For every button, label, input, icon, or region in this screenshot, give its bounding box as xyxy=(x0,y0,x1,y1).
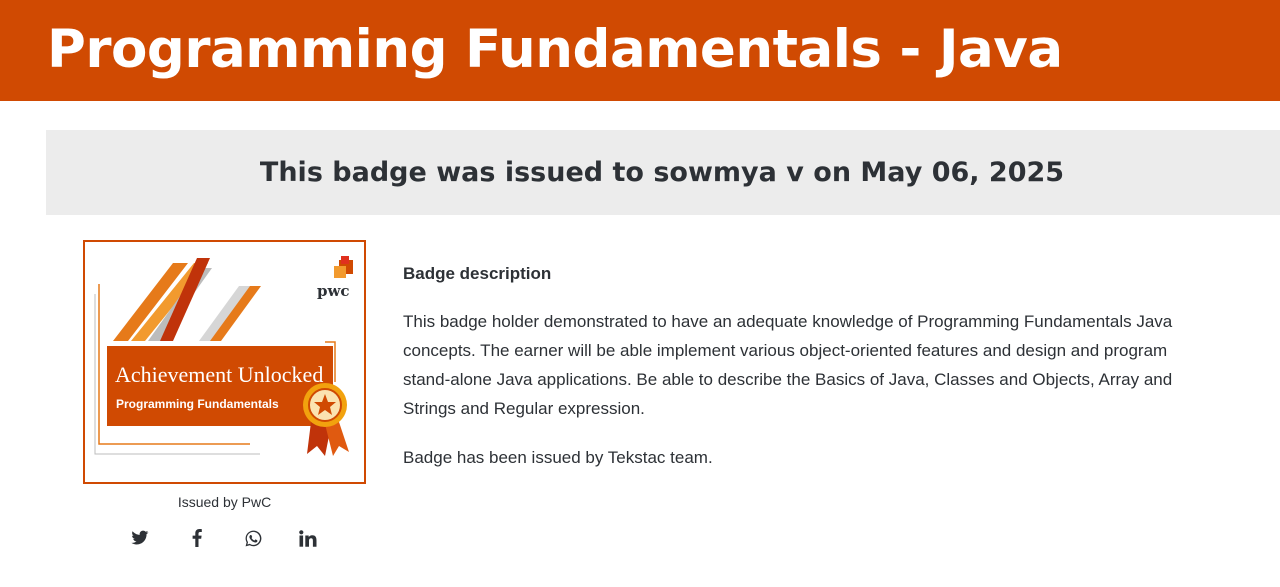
page-header: Programming Fundamentals - Java xyxy=(0,0,1280,101)
issued-text: This badge was issued to sowmya v on May… xyxy=(259,157,1065,188)
badge-subtitle: Programming Fundamentals xyxy=(116,397,279,411)
description-text: This badge holder demonstrated to have a… xyxy=(403,307,1280,423)
description-line: This badge holder demonstrated to have a… xyxy=(403,312,1173,331)
issued-banner: This badge was issued to sowmya v on May… xyxy=(46,130,1280,215)
description-line: concepts. The earner will be able implem… xyxy=(403,341,1168,360)
linkedin-icon[interactable] xyxy=(297,527,319,549)
issued-note: Badge has been issued by Tekstac team. xyxy=(403,448,713,467)
badge-image[interactable]: pwc Achievement Unlocked Programming Fun… xyxy=(83,240,366,484)
twitter-icon[interactable] xyxy=(129,527,151,549)
whatsapp-icon[interactable] xyxy=(242,527,264,549)
badge-headline: Achievement Unlocked xyxy=(115,362,323,387)
facebook-icon[interactable] xyxy=(186,527,208,549)
issuer-label: Issued by PwC xyxy=(177,494,272,510)
description-heading: Badge description xyxy=(403,264,552,283)
badge-description: Badge description This badge holder demo… xyxy=(403,262,1280,472)
description-line: stand-alone Java applications. Be able t… xyxy=(403,370,1173,389)
description-line: Strings and Regular expression. xyxy=(403,399,645,418)
page-title: Programming Fundamentals - Java xyxy=(47,19,1063,80)
pwc-logo: pwc xyxy=(317,282,350,300)
